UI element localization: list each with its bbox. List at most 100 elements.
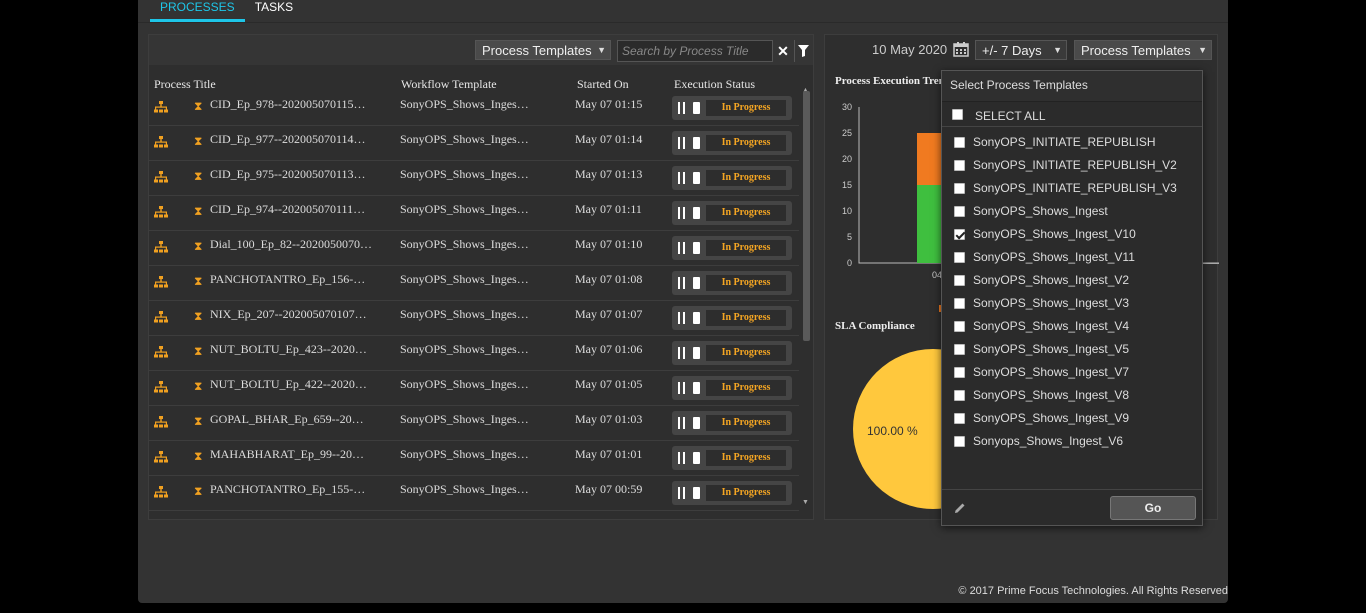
select-all-checkbox[interactable]	[952, 109, 963, 120]
table-row[interactable]: ⧗ CID_Ep_974--202005070111… SonyOPS_Show…	[149, 196, 799, 231]
process-title-cell[interactable]: CID_Ep_974--202005070111…	[210, 202, 365, 217]
stop-icon[interactable]	[693, 417, 700, 429]
template-option-checkbox[interactable]	[954, 413, 965, 424]
process-title-cell[interactable]: PANCHOTANTRO_Ep_156-…	[210, 272, 365, 287]
stop-icon[interactable]	[693, 137, 700, 149]
template-option-checkbox[interactable]	[954, 321, 965, 332]
stop-icon[interactable]	[693, 382, 700, 394]
template-option[interactable]: SonyOPS_Shows_Ingest_V8	[942, 384, 1202, 407]
pause-icon[interactable]	[678, 382, 685, 394]
template-option[interactable]: SonyOPS_Shows_Ingest_V10	[942, 223, 1202, 246]
filter-icon[interactable]	[794, 40, 812, 62]
chart-bar[interactable]	[917, 133, 943, 185]
template-option-checkbox[interactable]	[954, 183, 965, 194]
pause-icon[interactable]	[678, 207, 685, 219]
table-row[interactable]: ⧗ GOPAL_BHAR_Ep_659--20… SonyOPS_Shows_I…	[149, 406, 799, 441]
stop-icon[interactable]	[693, 242, 700, 254]
table-row[interactable]: ⧗ CID_Ep_975--202005070113… SonyOPS_Show…	[149, 161, 799, 196]
template-option[interactable]: SonyOPS_INITIATE_REPUBLISH_V2	[942, 154, 1202, 177]
table-row[interactable]: ⧗ NUT_BOLTU_Ep_423--2020… SonyOPS_Shows_…	[149, 336, 799, 371]
pause-icon[interactable]	[678, 417, 685, 429]
scroll-down-arrow[interactable]: ▼	[802, 499, 809, 506]
stop-icon[interactable]	[693, 347, 700, 359]
workflow-tree-icon[interactable]	[154, 451, 168, 463]
pause-icon[interactable]	[678, 277, 685, 289]
workflow-tree-icon[interactable]	[154, 101, 168, 113]
header-started-on[interactable]: Started On	[577, 77, 629, 92]
workflow-tree-icon[interactable]	[154, 171, 168, 183]
template-option[interactable]: SonyOPS_Shows_Ingest_V11	[942, 246, 1202, 269]
pause-icon[interactable]	[678, 312, 685, 324]
process-templates-dropdown[interactable]: Process Templates ▼	[475, 40, 611, 60]
workflow-tree-icon[interactable]	[154, 136, 168, 148]
workflow-tree-icon[interactable]	[154, 276, 168, 288]
workflow-tree-icon[interactable]	[154, 241, 168, 253]
process-title-cell[interactable]: CID_Ep_975--202005070113…	[210, 167, 366, 182]
template-option[interactable]: SonyOPS_Shows_Ingest	[942, 200, 1202, 223]
template-option-checkbox[interactable]	[954, 275, 965, 286]
pause-icon[interactable]	[678, 242, 685, 254]
process-title-cell[interactable]: CID_Ep_978--202005070115…	[210, 97, 366, 112]
pause-icon[interactable]	[678, 347, 685, 359]
template-option[interactable]: SonyOPS_Shows_Ingest_V7	[942, 361, 1202, 384]
process-title-cell[interactable]: NIX_Ep_207--202005070107…	[210, 307, 367, 322]
workflow-tree-icon[interactable]	[154, 416, 168, 428]
template-option-checkbox[interactable]	[954, 436, 965, 447]
stop-icon[interactable]	[693, 102, 700, 114]
template-option-checkbox[interactable]	[954, 229, 965, 240]
clear-search-button[interactable]: ✕	[775, 41, 791, 61]
table-row[interactable]: ⧗ CID_Ep_977--202005070114… SonyOPS_Show…	[149, 126, 799, 161]
table-row[interactable]: ⧗ NIX_Ep_207--202005070107… SonyOPS_Show…	[149, 301, 799, 336]
pause-icon[interactable]	[678, 102, 685, 114]
calendar-icon[interactable]	[953, 41, 969, 57]
stop-icon[interactable]	[693, 277, 700, 289]
workflow-tree-icon[interactable]	[154, 346, 168, 358]
process-title-cell[interactable]: PANCHOTANTRO_Ep_155-…	[210, 482, 365, 497]
tab-tasks[interactable]: TASKS	[245, 0, 303, 22]
table-row[interactable]: ⧗ PANCHOTANTRO_Ep_155-… SonyOPS_Shows_In…	[149, 476, 799, 511]
process-title-cell[interactable]: GOPAL_BHAR_Ep_659--20…	[210, 412, 364, 427]
chart-bar[interactable]	[917, 185, 943, 263]
template-option-checkbox[interactable]	[954, 367, 965, 378]
pencil-icon[interactable]	[954, 502, 966, 514]
template-option[interactable]: SonyOPS_INITIATE_REPUBLISH	[942, 131, 1202, 154]
stop-icon[interactable]	[693, 312, 700, 324]
date-range-dropdown[interactable]: +/- 7 Days ▼	[975, 40, 1067, 60]
workflow-tree-icon[interactable]	[154, 381, 168, 393]
template-option-checkbox[interactable]	[954, 298, 965, 309]
pause-icon[interactable]	[678, 137, 685, 149]
template-option[interactable]: SonyOPS_INITIATE_REPUBLISH_V3	[942, 177, 1202, 200]
pause-icon[interactable]	[678, 487, 685, 499]
process-title-cell[interactable]: NUT_BOLTU_Ep_422--2020…	[210, 377, 367, 392]
template-option-checkbox[interactable]	[954, 252, 965, 263]
table-row[interactable]: ⧗ NUT_BOLTU_Ep_422--2020… SonyOPS_Shows_…	[149, 371, 799, 406]
template-option[interactable]: SonyOPS_Shows_Ingest_V9	[942, 407, 1202, 430]
stop-icon[interactable]	[693, 207, 700, 219]
table-row[interactable]: ⧗ MAHABHARAT_Ep_99--20… SonyOPS_Shows_In…	[149, 441, 799, 476]
table-row[interactable]: ⧗ PANCHOTANTRO_Ep_156-… SonyOPS_Shows_In…	[149, 266, 799, 301]
table-row[interactable]: ⧗ Dial_100_Ep_82--2020050070… SonyOPS_Sh…	[149, 231, 799, 266]
workflow-tree-icon[interactable]	[154, 206, 168, 218]
stop-icon[interactable]	[693, 172, 700, 184]
scrollbar[interactable]	[803, 91, 810, 341]
select-all-option[interactable]: SELECT ALL	[942, 101, 1202, 127]
pause-icon[interactable]	[678, 172, 685, 184]
template-option[interactable]: SonyOPS_Shows_Ingest_V5	[942, 338, 1202, 361]
search-input[interactable]: Search by Process Title	[617, 40, 773, 62]
workflow-tree-icon[interactable]	[154, 311, 168, 323]
header-workflow-template[interactable]: Workflow Template	[401, 77, 497, 92]
template-option-checkbox[interactable]	[954, 137, 965, 148]
process-title-cell[interactable]: Dial_100_Ep_82--2020050070…	[210, 237, 372, 252]
workflow-tree-icon[interactable]	[154, 486, 168, 498]
template-option-checkbox[interactable]	[954, 160, 965, 171]
tab-processes[interactable]: PROCESSES	[150, 0, 245, 22]
process-title-cell[interactable]: MAHABHARAT_Ep_99--20…	[210, 447, 364, 462]
template-option[interactable]: Sonyops_Shows_Ingest_V6	[942, 430, 1202, 453]
table-row[interactable]: ⧗ CID_Ep_978--202005070115… SonyOPS_Show…	[149, 91, 799, 126]
header-process-title[interactable]: Process Title	[154, 77, 216, 92]
header-execution-status[interactable]: Execution Status	[674, 77, 755, 92]
pause-icon[interactable]	[678, 452, 685, 464]
template-option-checkbox[interactable]	[954, 344, 965, 355]
dashboard-templates-dropdown[interactable]: Process Templates ▼	[1074, 40, 1212, 60]
stop-icon[interactable]	[693, 487, 700, 499]
